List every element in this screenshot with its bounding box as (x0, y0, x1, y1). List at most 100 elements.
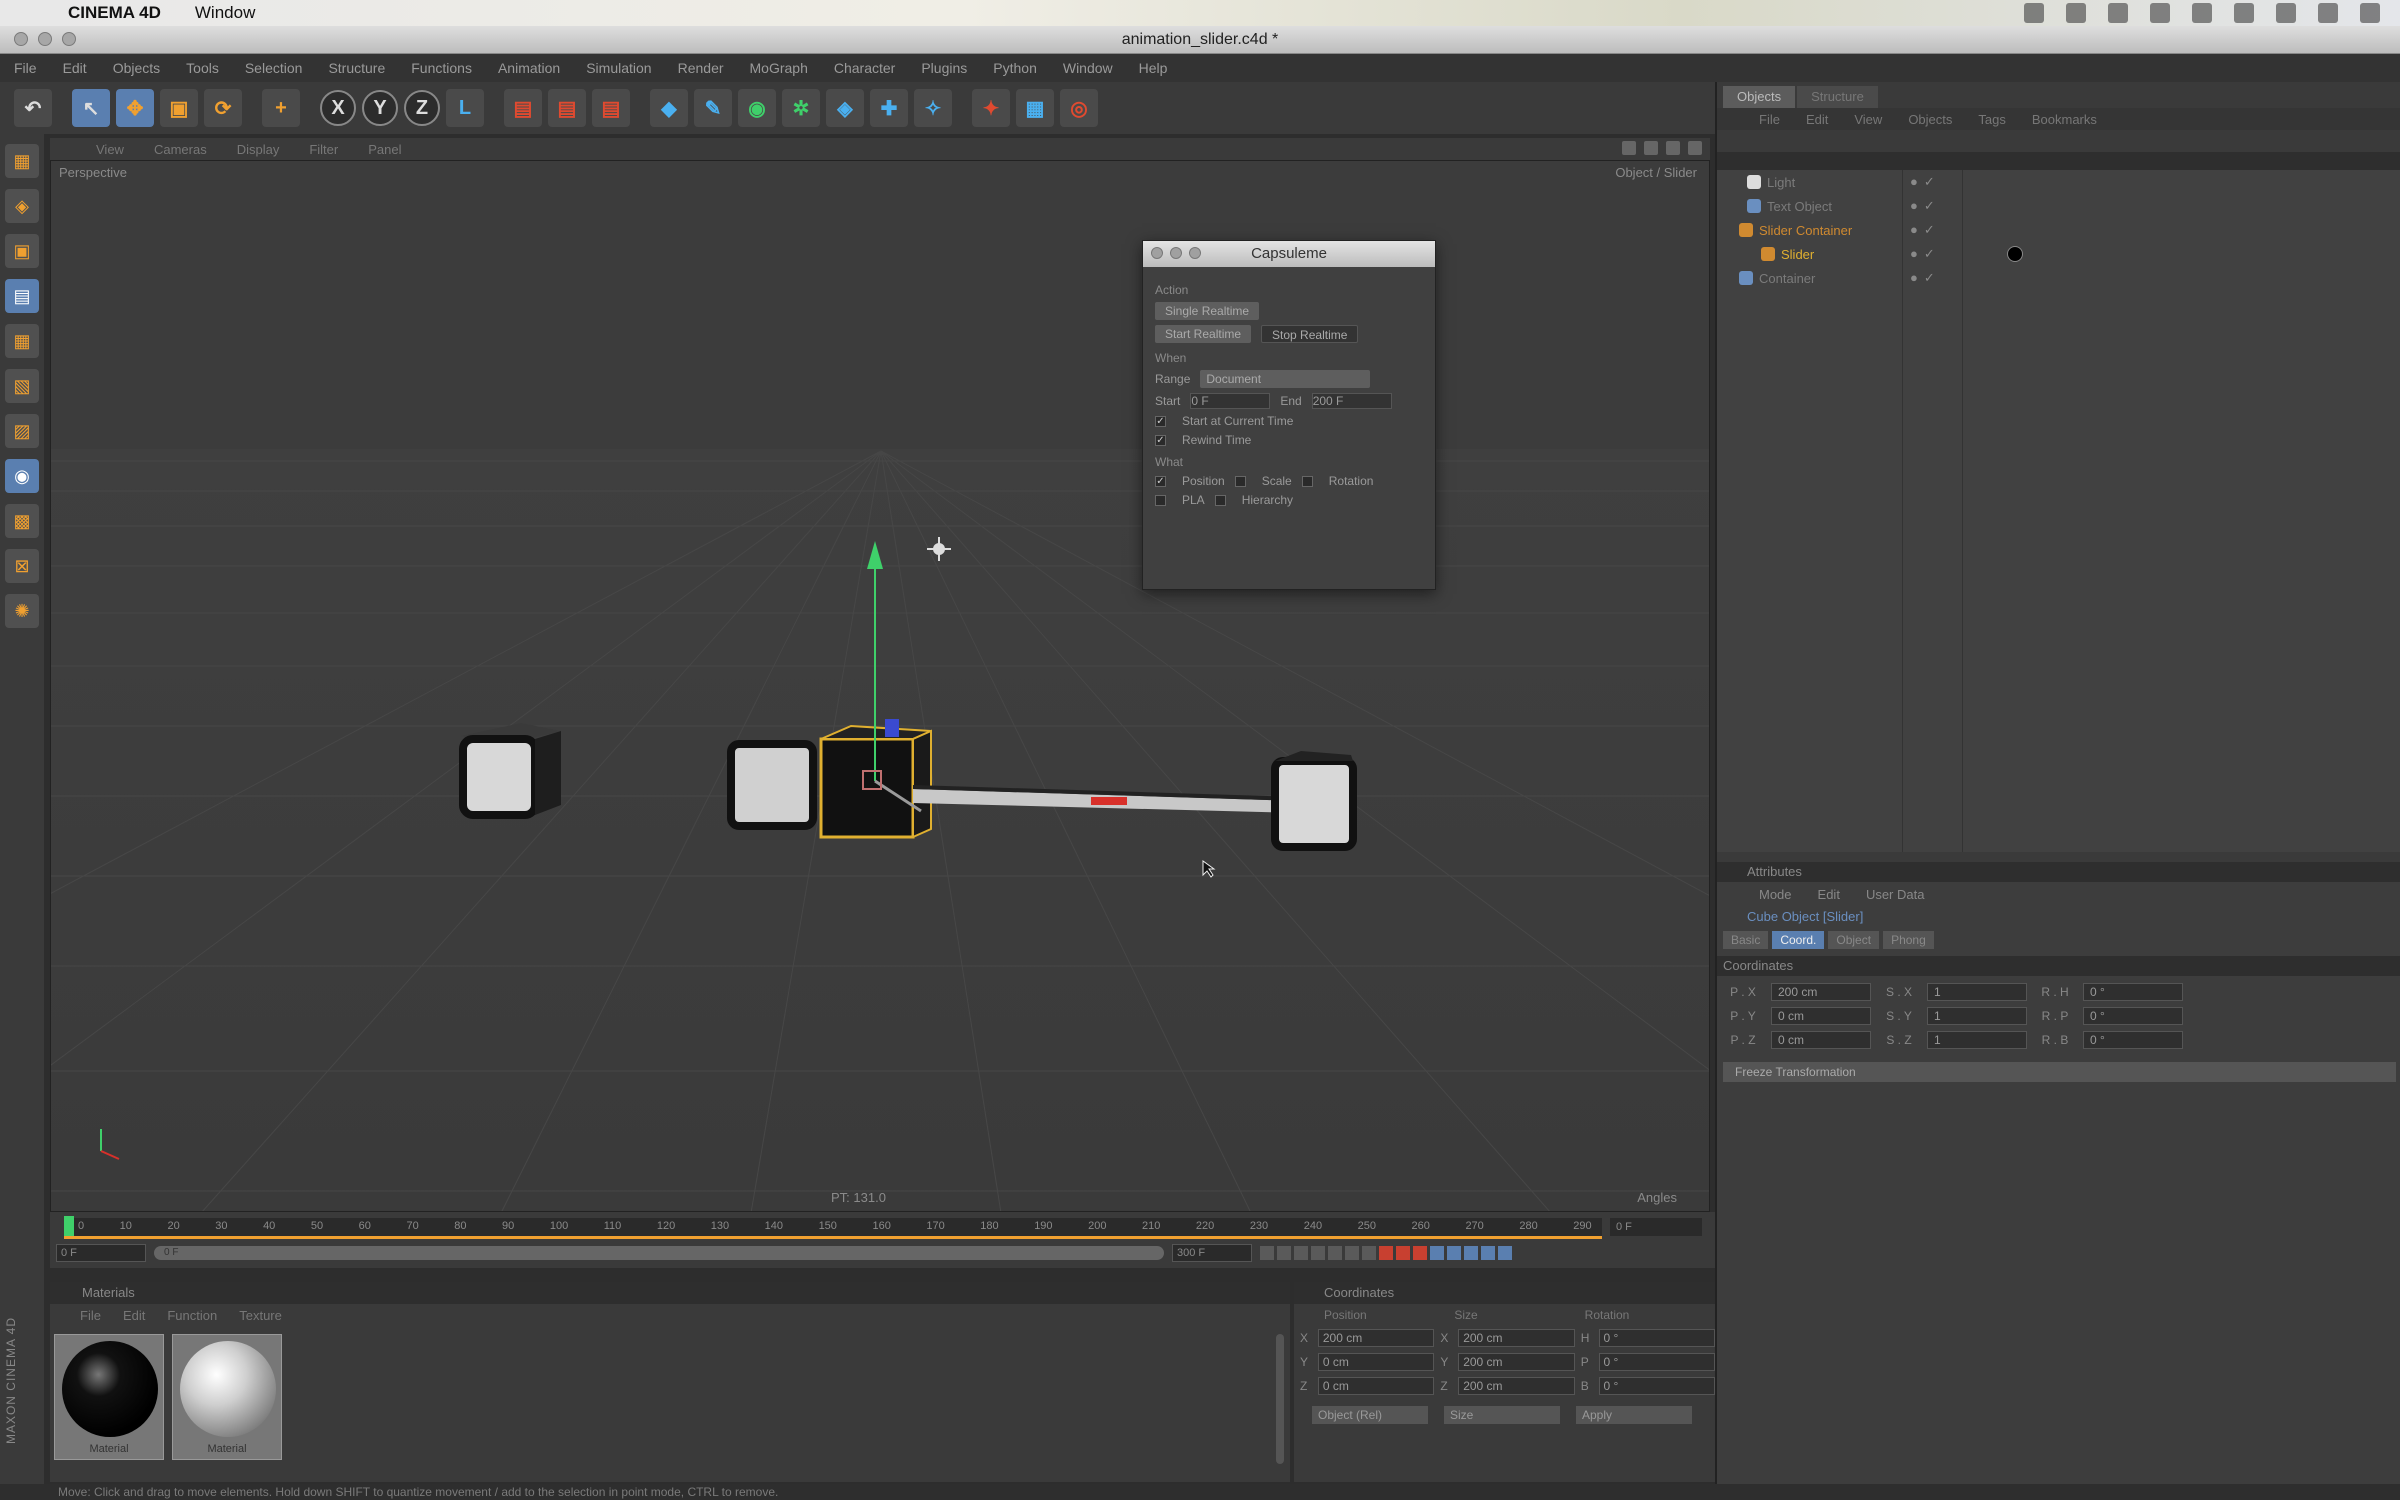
menu-mograph[interactable]: MoGraph (750, 60, 808, 76)
attribute-tab-phong[interactable]: Phong (1883, 931, 1934, 949)
enabled-check-icon[interactable]: ✓ (1924, 270, 1935, 286)
preview-range-slider[interactable]: 0 F (154, 1246, 1164, 1260)
scale-value-field[interactable]: 1 (1927, 1007, 2027, 1025)
menu-character[interactable]: Character (834, 60, 895, 76)
make-editable-icon[interactable]: ▦ (5, 144, 39, 178)
object-menu-edit[interactable]: Edit (1806, 112, 1828, 127)
apple-icon[interactable] (28, 3, 46, 23)
object-menu-bookmarks[interactable]: Bookmarks (2032, 112, 2097, 127)
menu-simulation[interactable]: Simulation (586, 60, 651, 76)
menu-structure[interactable]: Structure (328, 60, 385, 76)
goto-start-icon[interactable] (1260, 1246, 1274, 1260)
flag-icon[interactable] (2234, 3, 2254, 23)
object-row[interactable]: Light ● ✓ (1717, 170, 2400, 194)
pla-checkbox[interactable] (1155, 494, 1166, 506)
material-swatch-black[interactable]: Material (54, 1334, 164, 1460)
timeline-playhead[interactable] (64, 1216, 74, 1236)
orbit-icon[interactable] (1666, 141, 1680, 155)
autokey-icon[interactable] (1396, 1246, 1410, 1260)
selected-cube[interactable] (727, 724, 932, 839)
object-row[interactable]: Slider ● ✓ (1717, 242, 2400, 266)
dialog-titlebar[interactable]: Capsuleme (1143, 241, 1435, 267)
workplane-icon[interactable]: ▦ (5, 324, 39, 358)
left-cube[interactable] (459, 723, 561, 819)
end-frame-field[interactable]: 300 F (1172, 1244, 1252, 1262)
visibility-dot-icon[interactable]: ● (1910, 174, 1918, 190)
attribute-tab-coord[interactable]: Coord. (1772, 931, 1825, 949)
snap-icon[interactable]: ⊠ (5, 549, 39, 583)
hierarchy-checkbox[interactable] (1214, 494, 1226, 506)
undo-icon[interactable]: ↶ (14, 89, 52, 127)
size-mode-select[interactable]: Size (1444, 1406, 1560, 1424)
enabled-check-icon[interactable]: ✓ (1924, 246, 1935, 262)
start-field[interactable]: 0 F (1190, 393, 1271, 409)
menu-animation[interactable]: Animation (498, 60, 560, 76)
material-menu-texture[interactable]: Texture (239, 1308, 282, 1323)
perspective-viewport[interactable]: Perspective Object / Slider PT: 131.0 An… (50, 160, 1710, 1212)
object-row[interactable]: Container ● ✓ (1717, 266, 2400, 290)
cube-icon[interactable]: ◆ (650, 89, 688, 127)
coordinate-mode-select[interactable]: Object (Rel) (1312, 1406, 1428, 1424)
visibility-dot-icon[interactable]: ● (1910, 246, 1918, 262)
camera-icon[interactable]: ✧ (914, 89, 952, 127)
rotation-value-field[interactable]: 0 ° (2083, 983, 2183, 1001)
object-row[interactable]: Slider Container ● ✓ (1717, 218, 2400, 242)
prev-frame-icon[interactable] (1294, 1246, 1308, 1260)
position-value-field[interactable]: 200 cm (1771, 983, 1871, 1001)
edges-mode-icon[interactable]: ▨ (5, 414, 39, 448)
position-input[interactable]: 0 cm (1317, 1353, 1435, 1371)
visibility-dot-icon[interactable]: ● (1910, 270, 1918, 286)
tweak-mode-icon[interactable]: ✺ (5, 594, 39, 628)
light-icon[interactable]: ✦ (972, 89, 1010, 127)
x-axis-icon[interactable]: X (320, 90, 356, 126)
checker-icon[interactable]: ▩ (5, 504, 39, 538)
rotation-input[interactable]: 0 ° (1598, 1329, 1716, 1347)
rotation-value-field[interactable]: 0 ° (2083, 1031, 2183, 1049)
keyframe-selection-icon[interactable] (1413, 1246, 1427, 1260)
menu-file[interactable]: File (14, 60, 37, 76)
size-input[interactable]: 200 cm (1458, 1377, 1575, 1395)
dialog-zoom-button[interactable] (1189, 247, 1201, 259)
menu-selection[interactable]: Selection (245, 60, 303, 76)
tab-objects[interactable]: Objects (1723, 86, 1796, 108)
deformer-icon[interactable]: ◈ (826, 89, 864, 127)
move-icon[interactable]: ✥ (116, 89, 154, 127)
menu-functions[interactable]: Functions (411, 60, 472, 76)
dolly-icon[interactable] (1644, 141, 1658, 155)
enabled-check-icon[interactable]: ✓ (1924, 174, 1935, 190)
scale-checkbox[interactable] (1234, 475, 1246, 487)
right-cube[interactable] (1271, 751, 1357, 851)
rewind-checkbox[interactable] (1155, 434, 1166, 446)
menubar-app-name[interactable]: CINEMA 4D (68, 3, 161, 23)
material-tag-icon[interactable] (2007, 246, 2023, 262)
live-selection-icon[interactable]: ↖ (72, 89, 110, 127)
viewport-menu-panel[interactable]: Panel (368, 142, 401, 157)
render-settings-icon[interactable]: ▤ (592, 89, 630, 127)
coordinate-system-icon[interactable]: L (446, 89, 484, 127)
enabled-check-icon[interactable]: ✓ (1924, 198, 1935, 214)
rotation-checkbox[interactable] (1301, 475, 1313, 487)
dialog-minimize-button[interactable] (1170, 247, 1182, 259)
recent-tool-icon[interactable]: + (262, 89, 300, 127)
material-menu-function[interactable]: Function (167, 1308, 217, 1323)
object-menu-objects[interactable]: Objects (1908, 112, 1952, 127)
goto-end-icon[interactable] (1362, 1246, 1376, 1260)
material-scrollbar[interactable] (1276, 1334, 1284, 1464)
viewport-menu-display[interactable]: Display (237, 142, 280, 157)
scale-value-field[interactable]: 1 (1927, 983, 2027, 1001)
python-icon[interactable]: ◎ (1060, 89, 1098, 127)
scale-key-icon[interactable] (1447, 1246, 1461, 1260)
volume-icon[interactable] (2192, 3, 2212, 23)
spotlight-icon[interactable] (2360, 3, 2380, 23)
play-icon[interactable] (1311, 1246, 1325, 1260)
rotation-key-icon[interactable] (1464, 1246, 1478, 1260)
y-axis-icon[interactable]: Y (362, 90, 398, 126)
render-view-icon[interactable]: ▤ (504, 89, 542, 127)
camera-status-icon[interactable] (2024, 3, 2044, 23)
parameter-key-icon[interactable] (1481, 1246, 1495, 1260)
record-icon[interactable] (1379, 1246, 1393, 1260)
freeze-transformation-fold[interactable]: Freeze Transformation (1723, 1062, 2396, 1082)
attribute-menu-user-data[interactable]: User Data (1866, 887, 1925, 902)
nurbs-icon[interactable]: ◉ (738, 89, 776, 127)
attribute-tab-basic[interactable]: Basic (1723, 931, 1769, 949)
